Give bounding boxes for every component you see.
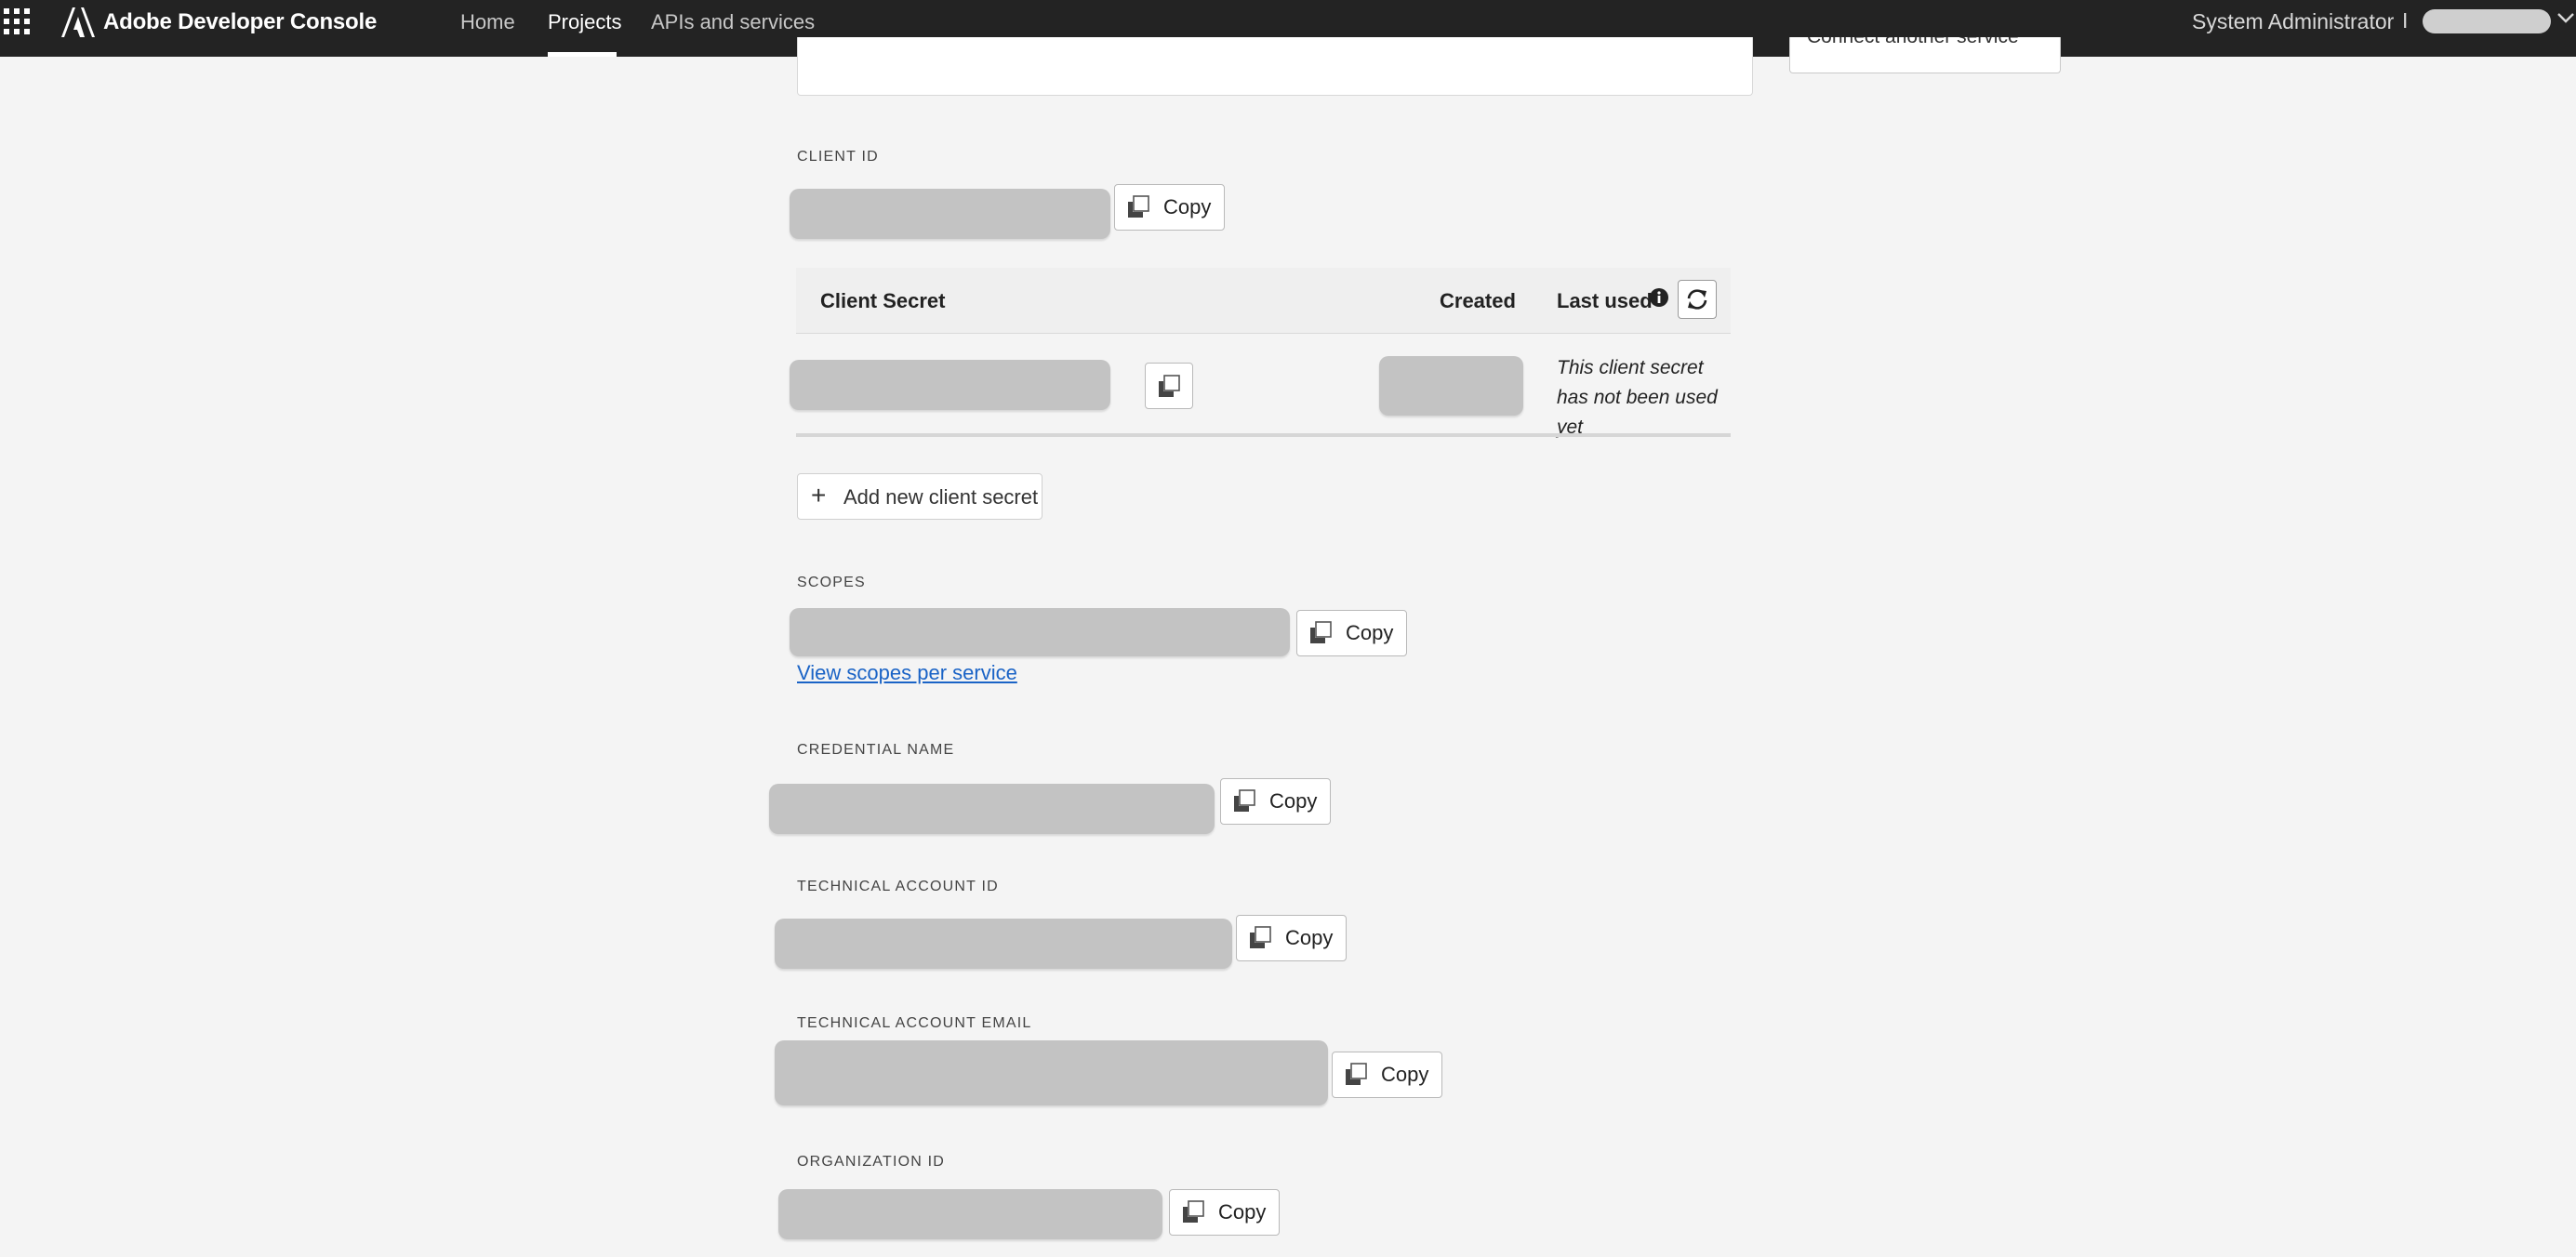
app-switcher-icon[interactable] bbox=[4, 8, 32, 36]
copy-client-id-button[interactable]: Copy bbox=[1114, 184, 1225, 231]
plus-icon: + bbox=[811, 481, 827, 509]
nav-apis-and-services[interactable]: APIs and services bbox=[651, 10, 815, 34]
copy-icon bbox=[1250, 926, 1271, 948]
client-secret-value bbox=[790, 360, 1110, 410]
organization-id-label: ORGANIZATION ID bbox=[797, 1154, 946, 1170]
header-separator: I bbox=[2402, 8, 2409, 33]
copy-icon bbox=[1310, 621, 1332, 643]
client-id-value bbox=[790, 189, 1110, 239]
divider bbox=[796, 433, 1731, 437]
refresh-button[interactable] bbox=[1678, 280, 1717, 319]
column-created: Created bbox=[1440, 289, 1516, 312]
technical-account-id-value bbox=[775, 919, 1232, 969]
copy-label: Copy bbox=[1218, 1200, 1267, 1224]
connect-button-label: Connect another service bbox=[1807, 37, 2019, 48]
scopes-label: SCOPES bbox=[797, 575, 866, 590]
credential-name-value bbox=[769, 784, 1215, 834]
copy-scopes-button[interactable]: Copy bbox=[1296, 610, 1407, 656]
last-used-status: This client secret has not been used yet bbox=[1557, 357, 1718, 438]
copy-organization-id-button[interactable]: Copy bbox=[1169, 1189, 1280, 1236]
organization-id-value bbox=[778, 1189, 1162, 1239]
client-id-label: CLIENT ID bbox=[797, 149, 879, 165]
table-header: Client Secret Created Last used bbox=[796, 268, 1731, 334]
organization-selector[interactable] bbox=[2423, 9, 2551, 33]
created-date-value bbox=[1379, 356, 1523, 416]
column-client-secret: Client Secret bbox=[820, 289, 946, 312]
copy-icon bbox=[1346, 1063, 1367, 1085]
copy-icon bbox=[1128, 195, 1149, 218]
user-name[interactable]: System Administrator bbox=[2192, 9, 2394, 34]
nav-home[interactable]: Home bbox=[460, 10, 515, 34]
brand-title[interactable]: Adobe Developer Console bbox=[103, 9, 377, 35]
add-secret-label: Add new client secret bbox=[843, 485, 1039, 509]
info-icon[interactable] bbox=[1649, 287, 1669, 308]
copy-client-secret-button[interactable] bbox=[1145, 363, 1193, 409]
refresh-icon bbox=[1687, 289, 1707, 310]
copy-icon bbox=[1183, 1200, 1204, 1223]
active-nav-indicator bbox=[548, 52, 617, 57]
copy-icon bbox=[1159, 375, 1180, 397]
scopes-value bbox=[790, 608, 1290, 656]
copy-icon bbox=[1234, 789, 1255, 812]
copy-technical-account-id-button[interactable]: Copy bbox=[1236, 915, 1347, 961]
column-last-used: Last used bbox=[1557, 289, 1653, 312]
technical-account-id-label: TECHNICAL ACCOUNT ID bbox=[797, 879, 999, 894]
nav-projects[interactable]: Projects bbox=[548, 10, 621, 34]
credential-name-label: CREDENTIAL NAME bbox=[797, 742, 955, 758]
copy-label: Copy bbox=[1346, 621, 1394, 644]
copy-credential-name-button[interactable]: Copy bbox=[1220, 778, 1331, 825]
technical-account-email-label: TECHNICAL ACCOUNT EMAIL bbox=[797, 1015, 1032, 1031]
chevron-down-icon[interactable] bbox=[2556, 11, 2575, 24]
view-scopes-per-service-link[interactable]: View scopes per service bbox=[797, 661, 1017, 685]
adobe-logo-icon[interactable] bbox=[61, 7, 95, 37]
copy-label: Copy bbox=[1285, 926, 1334, 949]
connect-another-service-button[interactable]: Connect another service bbox=[1789, 37, 2061, 73]
technical-account-email-value bbox=[775, 1040, 1328, 1105]
client-secret-table: Client Secret Created Last used This cli… bbox=[790, 268, 1731, 438]
copy-label: Copy bbox=[1163, 195, 1212, 218]
copy-technical-account-email-button[interactable]: Copy bbox=[1332, 1052, 1442, 1098]
service-card bbox=[797, 37, 1753, 96]
copy-label: Copy bbox=[1381, 1063, 1429, 1086]
copy-label: Copy bbox=[1269, 789, 1318, 813]
add-new-client-secret-button[interactable]: + Add new client secret bbox=[797, 473, 1042, 520]
